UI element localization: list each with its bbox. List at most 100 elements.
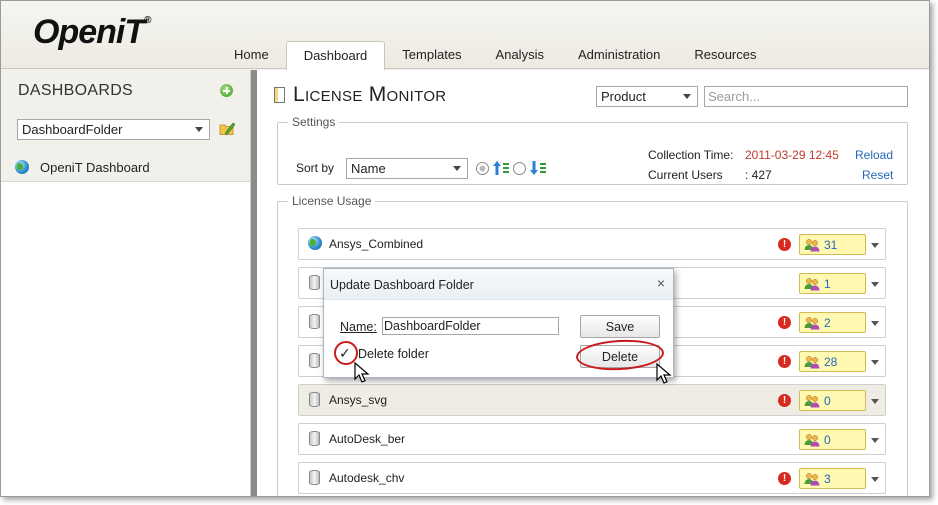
database-icon xyxy=(309,275,320,290)
current-users-value: : 427 xyxy=(745,168,772,182)
sort-ascending-icon[interactable] xyxy=(492,159,510,177)
sidebar-header: DASHBOARDS DashboardFolder OpeniT Dashbo… xyxy=(1,70,250,182)
header: OpeniT® Home Dashboard Templates Analysi… xyxy=(1,1,929,70)
users-icon xyxy=(804,473,820,486)
logo-text-it: iT xyxy=(115,13,145,51)
folder-select[interactable]: DashboardFolder xyxy=(17,119,210,140)
logo-registered: ® xyxy=(144,15,151,26)
license-name: Ansys_Combined xyxy=(329,237,424,251)
alert-icon: ! xyxy=(778,316,791,329)
chevron-down-icon[interactable] xyxy=(871,360,879,365)
user-count-badge[interactable]: 1 xyxy=(799,273,866,294)
reload-link[interactable]: Reload xyxy=(855,148,893,162)
chevron-down-icon xyxy=(453,166,461,171)
folder-name-input[interactable] xyxy=(382,317,559,335)
database-icon xyxy=(309,314,320,329)
openit-logo: OpeniT® xyxy=(33,13,152,52)
chevron-down-icon[interactable] xyxy=(871,399,879,404)
product-select-value: Product xyxy=(601,89,646,104)
tab-dashboard[interactable]: Dashboard xyxy=(285,41,386,70)
user-count: 0 xyxy=(824,433,831,447)
license-row[interactable]: Ansys_Combined! 31 xyxy=(298,228,886,260)
database-icon xyxy=(309,470,320,485)
sidebar-title: DASHBOARDS xyxy=(18,82,134,99)
chevron-down-icon[interactable] xyxy=(871,243,879,248)
chevron-down-icon[interactable] xyxy=(871,321,879,326)
chevron-down-icon xyxy=(683,94,691,99)
main-nav: Home Dashboard Templates Analysis Admini… xyxy=(217,41,773,70)
save-button[interactable]: Save xyxy=(580,315,660,338)
sidebar-item-label: OpeniT Dashboard xyxy=(40,160,150,175)
user-count-badge[interactable]: 0 xyxy=(799,390,866,411)
user-count-badge[interactable]: 28 xyxy=(799,351,866,372)
tab-resources[interactable]: Resources xyxy=(677,41,773,69)
dialog-title: Update Dashboard Folder xyxy=(330,278,474,292)
sort-select[interactable]: Name xyxy=(346,158,468,179)
tab-analysis[interactable]: Analysis xyxy=(479,41,561,69)
alert-icon: ! xyxy=(778,394,791,407)
user-count: 2 xyxy=(824,316,831,330)
tab-templates[interactable]: Templates xyxy=(385,41,478,69)
license-row[interactable]: Autodesk_chv! 3 xyxy=(298,462,886,494)
user-count-badge[interactable]: 3 xyxy=(799,468,866,489)
folder-select-value: DashboardFolder xyxy=(22,122,123,137)
chevron-down-icon[interactable] xyxy=(871,438,879,443)
page-title: License Monitor xyxy=(293,83,447,106)
current-users-label: Current Users xyxy=(648,168,723,182)
sort-descending-radio[interactable] xyxy=(513,162,526,175)
license-name: AutoDesk_ber xyxy=(329,432,406,446)
close-icon[interactable]: × xyxy=(657,275,665,291)
database-icon xyxy=(309,392,320,407)
alert-icon: ! xyxy=(778,472,791,485)
delete-folder-label: Delete folder xyxy=(358,347,429,361)
license-name: Ansys_svg xyxy=(329,393,388,407)
sidebar-body xyxy=(1,182,250,496)
users-icon xyxy=(804,434,820,447)
reset-link[interactable]: Reset xyxy=(862,168,893,182)
user-count-badge[interactable]: 31 xyxy=(799,234,866,255)
user-count-badge[interactable]: 2 xyxy=(799,312,866,333)
license-usage-legend: License Usage xyxy=(292,194,372,208)
users-icon xyxy=(804,239,820,252)
alert-icon: ! xyxy=(778,355,791,368)
alert-icon: ! xyxy=(778,238,791,251)
sidebar-item-openit-dashboard[interactable]: OpeniT Dashboard xyxy=(1,154,250,182)
sort-by-label: Sort by xyxy=(296,161,335,175)
user-count: 1 xyxy=(824,277,831,291)
chevron-down-icon[interactable] xyxy=(871,282,879,287)
mouse-cursor-icon xyxy=(354,362,370,383)
app-window: OpeniT® Home Dashboard Templates Analysi… xyxy=(0,0,930,497)
tab-home[interactable]: Home xyxy=(217,41,286,69)
settings-legend: Settings xyxy=(292,115,336,129)
user-count: 0 xyxy=(824,394,831,408)
chevron-down-icon xyxy=(195,127,203,132)
users-icon xyxy=(804,317,820,330)
user-count: 31 xyxy=(824,238,838,252)
logo-text-open: Open xyxy=(33,13,117,51)
add-dashboard-icon[interactable] xyxy=(220,84,233,97)
sort-ascending-radio[interactable] xyxy=(476,162,489,175)
notebook-icon xyxy=(274,87,285,103)
sort-select-value: Name xyxy=(351,161,386,176)
sort-descending-icon[interactable] xyxy=(529,159,547,177)
settings-panel: Settings Sort by Name Collection Time: 2… xyxy=(277,115,908,185)
license-name: Autodesk_chv xyxy=(329,471,405,485)
license-row[interactable]: Ansys_svg! 0 xyxy=(298,384,886,416)
tab-administration[interactable]: Administration xyxy=(561,41,677,69)
edit-folder-icon[interactable] xyxy=(219,120,235,136)
users-icon xyxy=(804,395,820,408)
user-count: 28 xyxy=(824,355,838,369)
product-select[interactable]: Product xyxy=(596,86,698,107)
collection-time-label: Collection Time: xyxy=(648,148,734,162)
sidebar: DASHBOARDS DashboardFolder OpeniT Dashbo… xyxy=(1,70,251,496)
chevron-down-icon[interactable] xyxy=(871,477,879,482)
name-label-text: Name: xyxy=(340,320,377,334)
user-count: 3 xyxy=(824,472,831,486)
dialog-header: Update Dashboard Folder × xyxy=(324,269,673,300)
collection-time-value: 2011-03-29 12:45 xyxy=(745,148,839,162)
license-row[interactable]: AutoDesk_ber 0 xyxy=(298,423,886,455)
search-input[interactable] xyxy=(704,86,908,107)
name-label: Name: xyxy=(340,320,377,334)
users-icon xyxy=(804,356,820,369)
user-count-badge[interactable]: 0 xyxy=(799,429,866,450)
